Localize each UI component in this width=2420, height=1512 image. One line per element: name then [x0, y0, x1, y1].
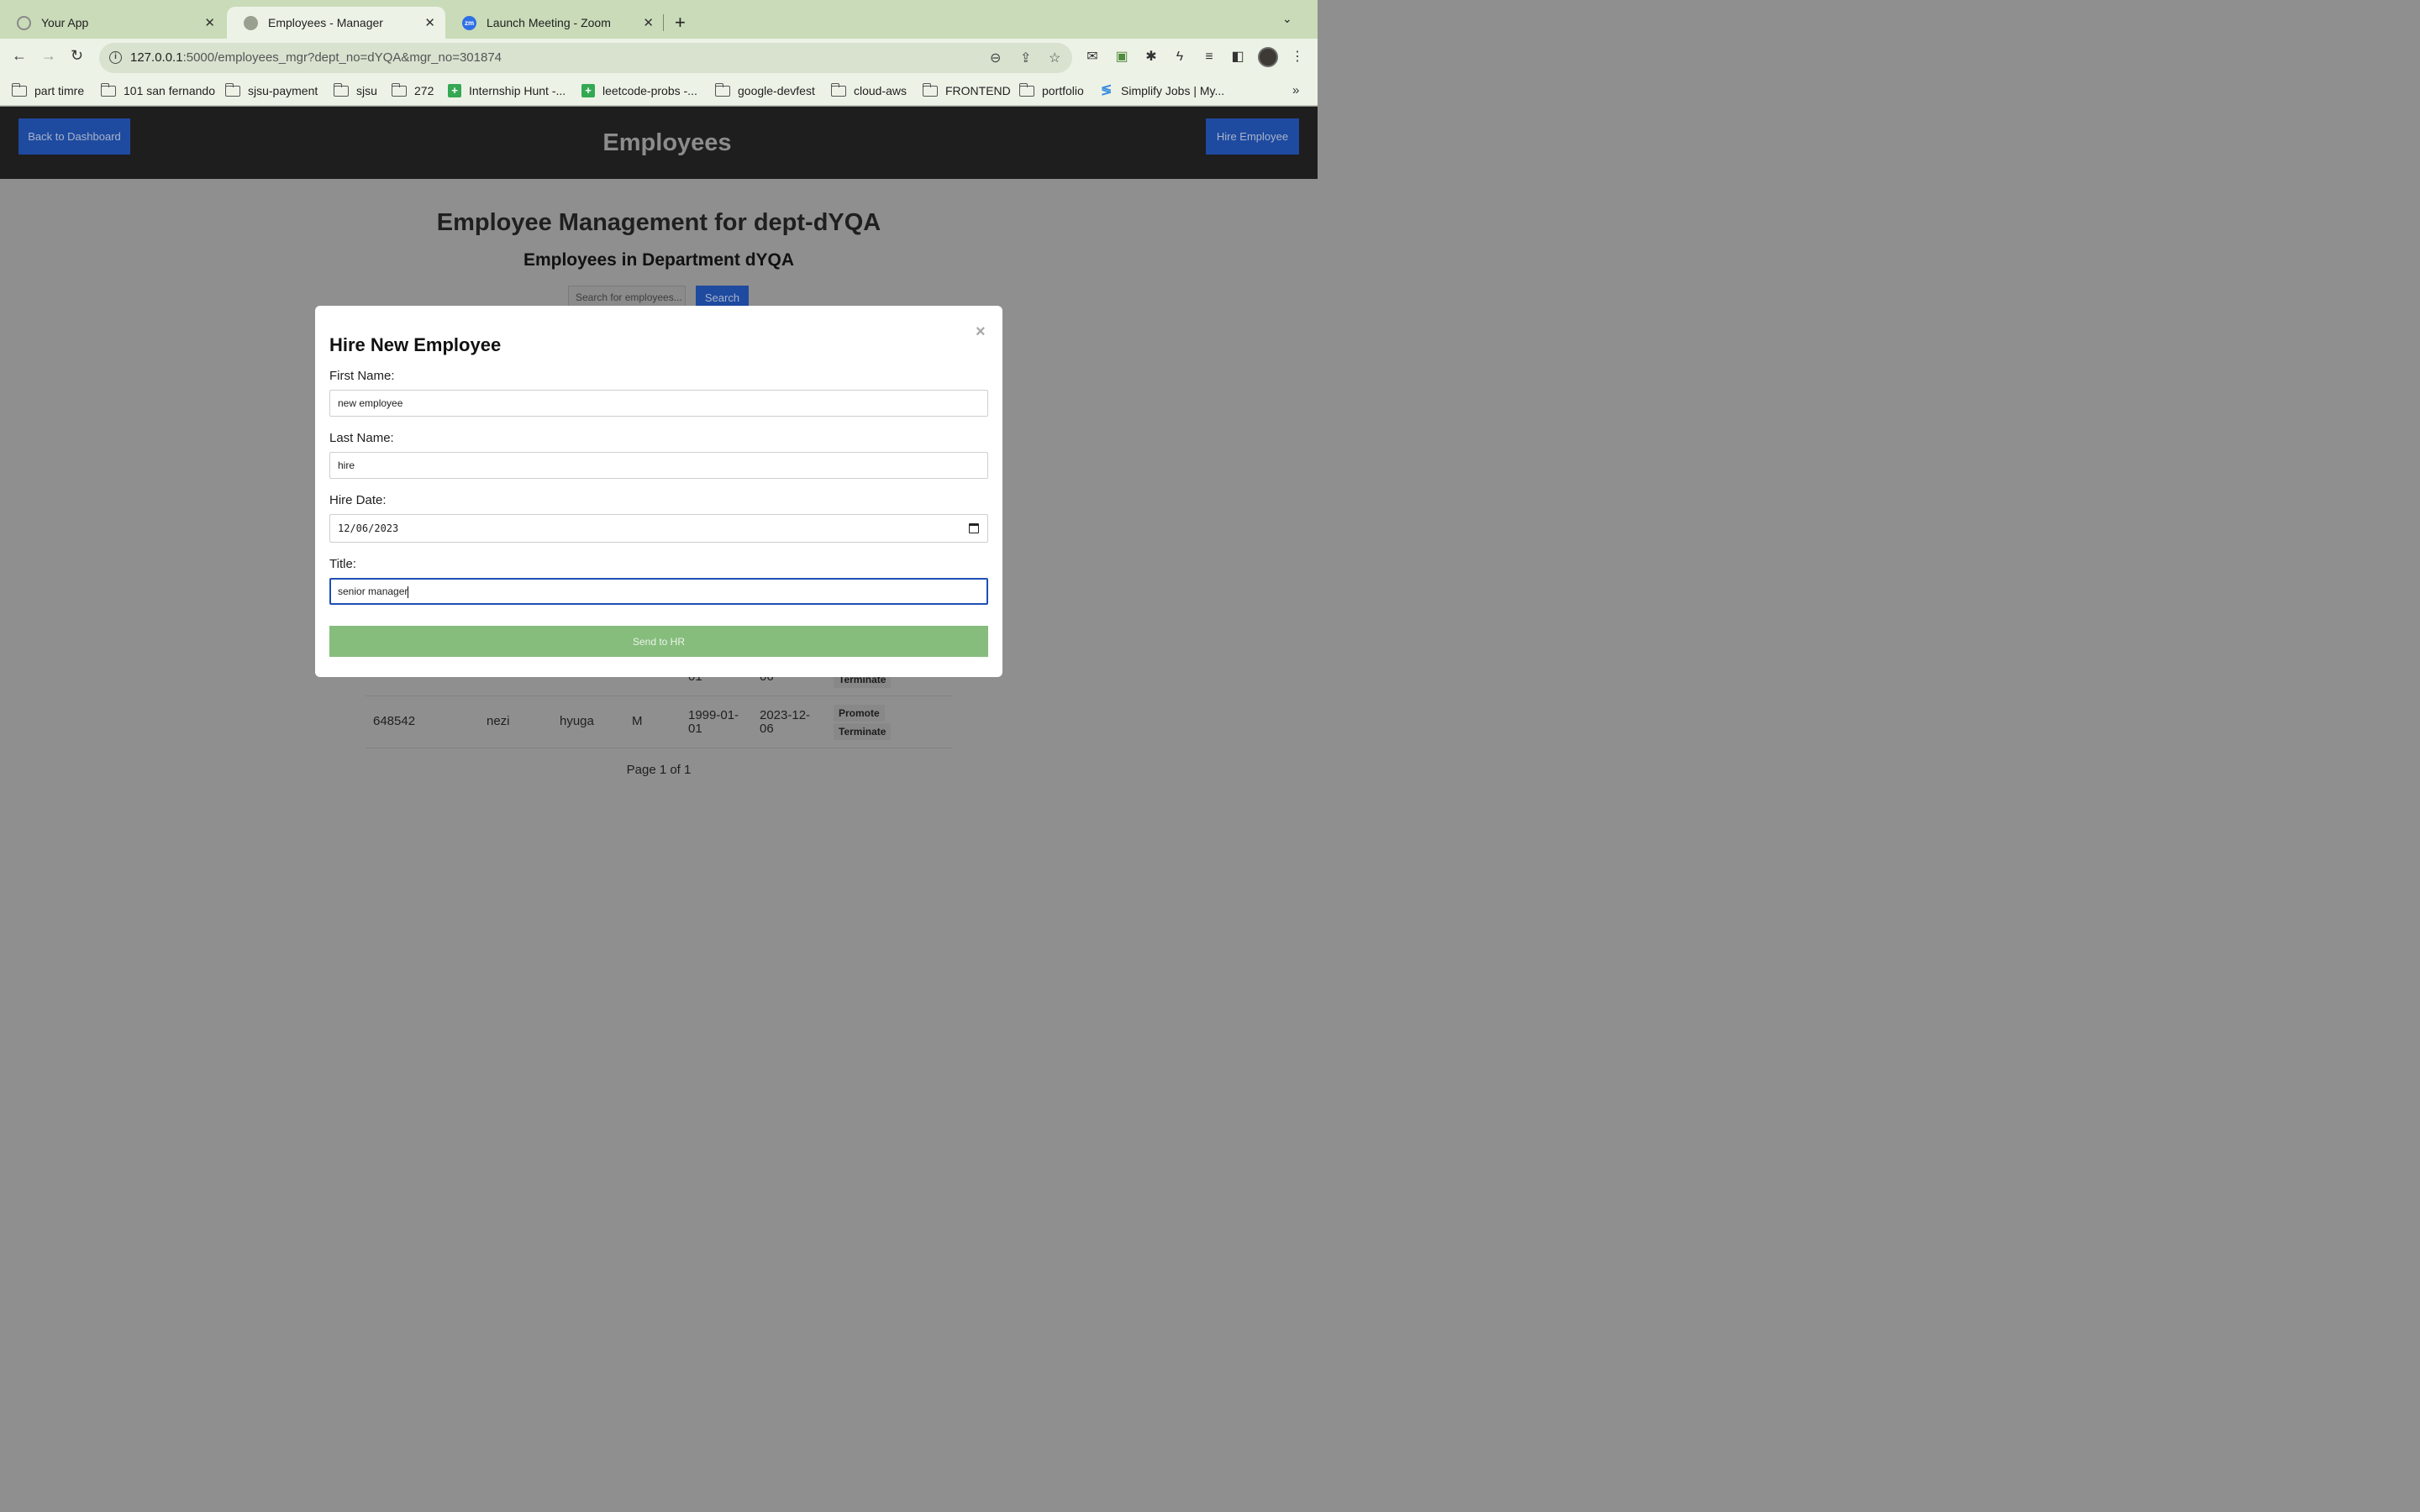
first-name-label: First Name: — [329, 369, 395, 383]
last-name-cell: hyuga — [560, 714, 594, 728]
back-arrow-icon[interactable]: ← — [12, 47, 27, 65]
sheets-icon: + — [448, 84, 461, 97]
bookmark-leetcode-probs[interactable]: + leetcode-probs -... — [581, 84, 697, 97]
bookmark-star-icon[interactable]: ☆ — [1049, 50, 1060, 66]
folder-icon — [714, 82, 730, 97]
bookmark-google-devfest[interactable]: google-devfest — [714, 82, 815, 97]
hire-date-cell-line1: 2023-12- — [760, 708, 811, 722]
last-name-field[interactable]: hire — [329, 452, 988, 479]
side-panel-icon[interactable]: ◧ — [1228, 48, 1247, 66]
close-tab-icon[interactable]: ✕ — [204, 15, 215, 30]
chevron-down-icon[interactable]: ⌄ — [1282, 12, 1292, 26]
sheets-icon: + — [581, 84, 595, 97]
tab-title: Launch Meeting - Zoom — [487, 16, 611, 29]
folder-icon — [391, 82, 407, 97]
url-text[interactable]: 127.0.0.1:5000/employees_mgr?dept_no=dYQ… — [130, 50, 502, 65]
close-tab-icon[interactable]: ✕ — [643, 15, 654, 30]
bookmark-272[interactable]: 272 — [391, 82, 434, 97]
hire-employee-button[interactable]: Hire Employee — [1206, 118, 1299, 155]
last-name-label: Last Name: — [329, 431, 394, 445]
folder-icon — [100, 82, 116, 97]
profile-avatar[interactable] — [1258, 47, 1278, 67]
simplify-icon: ≶ — [1101, 83, 1113, 97]
zoom-icon: zm — [462, 15, 476, 30]
first-name-field[interactable]: new employee — [329, 390, 988, 417]
bookmark-sjsu[interactable]: sjsu — [333, 82, 377, 97]
hire-date-value: 12/06/2023 — [338, 522, 399, 534]
hire-date-field[interactable]: 12/06/2023 — [329, 514, 988, 543]
tab-your-app[interactable]: Your App ✕ — [0, 7, 225, 39]
bookmark-simplify-jobs[interactable]: ≶ Simplify Jobs | My... — [1101, 83, 1224, 98]
info-icon[interactable]: i — [109, 51, 122, 64]
folder-icon — [224, 82, 240, 97]
send-to-hr-button[interactable]: Send to HR — [329, 626, 988, 657]
modal-title: Hire New Employee — [329, 334, 502, 355]
app-globe-icon — [17, 15, 31, 30]
department-subtitle: Employees in Department dYQA — [523, 250, 795, 270]
share-icon[interactable]: ⇪ — [1020, 50, 1031, 66]
hire-date-cell-line2: 06 — [760, 722, 774, 736]
app-title: Employees — [602, 129, 732, 156]
gender-cell: M — [632, 714, 643, 728]
tab-title: Employees - Manager — [268, 16, 383, 29]
tab-separator — [663, 14, 664, 31]
close-tab-icon[interactable]: ✕ — [424, 15, 435, 30]
bookmarks-bar: part timre 101 san fernando sjsu-payment… — [0, 77, 1318, 106]
bookmark-sjsu-payment[interactable]: sjsu-payment — [224, 82, 318, 97]
more-bookmarks-icon[interactable]: » — [1292, 83, 1299, 97]
puzzle-icon[interactable]: ✱ — [1142, 48, 1160, 66]
promote-button[interactable]: Promote — [834, 705, 885, 722]
mail-icon[interactable]: ✉ — [1083, 48, 1102, 66]
title-label: Title: — [329, 557, 356, 571]
browser-toolbar: ← → ↻ i 127.0.0.1:5000/employees_mgr?dep… — [0, 39, 1318, 77]
bookmark-frontend[interactable]: FRONTEND — [922, 82, 1011, 97]
bookmark-cloud-aws[interactable]: cloud-aws — [830, 82, 907, 97]
title-field[interactable]: senior manager — [329, 578, 988, 605]
folder-icon — [830, 82, 846, 97]
reload-icon[interactable]: ↻ — [71, 47, 83, 65]
close-icon[interactable]: × — [976, 323, 986, 342]
hire-employee-modal: × Hire New Employee First Name: new empl… — [315, 306, 1002, 677]
calendar-icon[interactable] — [969, 523, 979, 533]
emp-no-cell: 648542 — [373, 714, 416, 728]
bookmark-internship-hunt[interactable]: + Internship Hunt -... — [448, 84, 566, 97]
media-icon[interactable]: ≡ — [1200, 48, 1218, 66]
bookmark-part-timre[interactable]: part timre — [11, 82, 84, 97]
terminate-button[interactable]: Terminate — [834, 723, 892, 740]
new-tab-icon[interactable]: + — [675, 12, 686, 34]
title-value: senior manager — [338, 585, 408, 597]
folder-icon — [1018, 82, 1034, 97]
tab-title: Your App — [41, 16, 89, 29]
forward-arrow-icon[interactable]: → — [41, 47, 56, 65]
folder-icon — [11, 82, 27, 97]
hire-date-label: Hire Date: — [329, 493, 387, 507]
lightning-icon[interactable]: ϟ — [1171, 48, 1189, 66]
app-header: Back to Dashboard Employees Hire Employe… — [0, 107, 1318, 179]
tab-employees-manager[interactable]: Employees - Manager ✕ — [227, 7, 445, 39]
browser-tab-strip: Your App ✕ Employees - Manager ✕ zm Laun… — [0, 0, 1318, 39]
bookmark-101-san-fernando[interactable]: 101 san fernando — [100, 82, 215, 97]
first-name-cell: nezi — [487, 714, 510, 728]
birth-date-cell-line2: 01 — [688, 722, 702, 736]
birth-date-cell-line1: 1999-01- — [688, 708, 739, 722]
extension-badge-icon[interactable]: ▣ — [1113, 48, 1131, 66]
pagination-text: Page 1 of 1 — [626, 763, 692, 777]
globe-icon — [244, 15, 258, 30]
more-menu-icon[interactable]: ⋮ — [1288, 48, 1307, 66]
tab-zoom[interactable]: zm Launch Meeting - Zoom ✕ — [445, 7, 664, 39]
page-title: Employee Management for dept-dYQA — [436, 209, 881, 236]
zoom-out-icon[interactable]: ⊖ — [990, 50, 1001, 66]
bookmark-portfolio[interactable]: portfolio — [1018, 82, 1084, 97]
folder-icon — [333, 82, 349, 97]
address-bar[interactable]: i 127.0.0.1:5000/employees_mgr?dept_no=d… — [99, 43, 1072, 73]
folder-icon — [922, 82, 938, 97]
